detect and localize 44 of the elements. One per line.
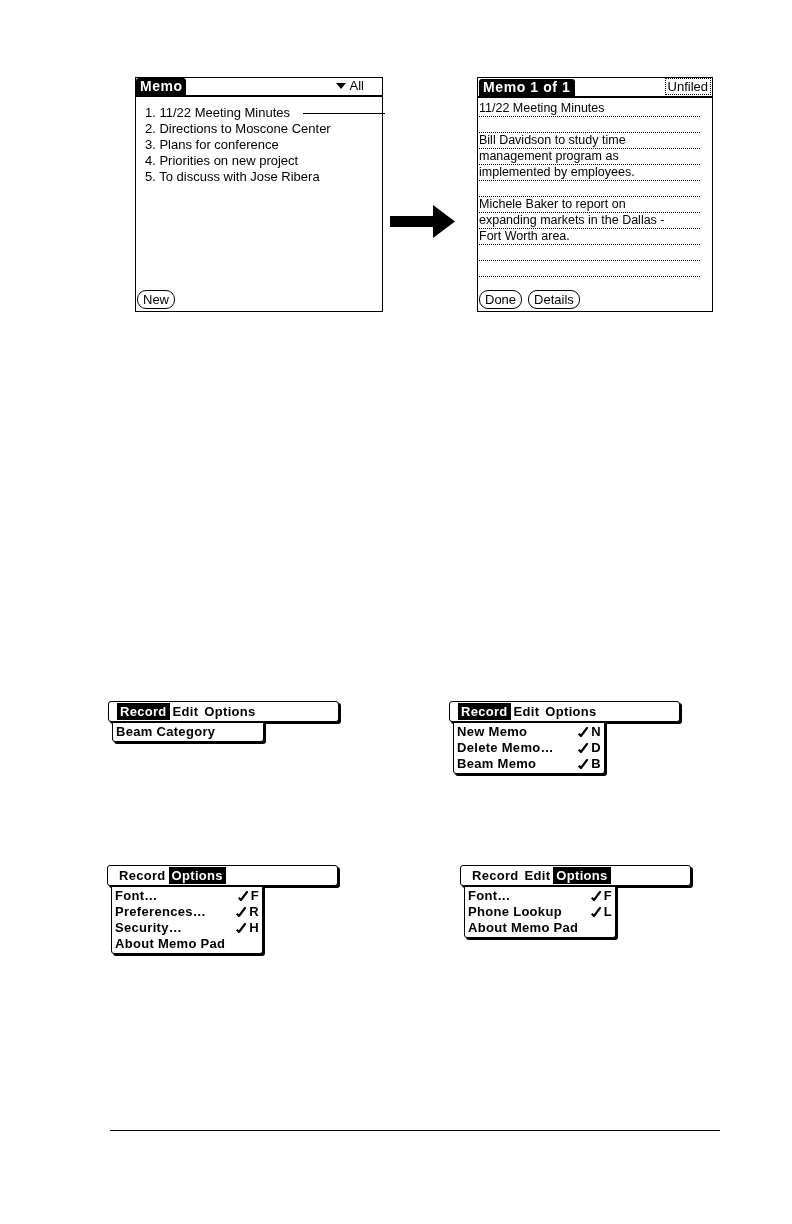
memo-list-item[interactable]: 3. Plans for conference [145, 137, 279, 153]
menu-item[interactable]: About Memo Pad [468, 920, 612, 936]
memo-list-item[interactable]: 4. Priorities on new project [145, 153, 299, 169]
menu-item[interactable]: About Memo Pad [115, 936, 259, 952]
menu-item[interactable]: Security… H [115, 920, 259, 936]
check-icon [236, 923, 247, 933]
menu-item[interactable]: Beam Memo B [457, 756, 601, 772]
menu-bar-item[interactable]: Options [168, 867, 226, 884]
check-icon [590, 891, 601, 901]
memo-list-item[interactable]: 2. Directions to Moscone Center [145, 121, 331, 137]
check-icon [590, 907, 601, 917]
menu-item[interactable]: Delete Memo… D [457, 740, 601, 756]
memo-list-item[interactable]: 1. 11/22 Meeting Minutes [145, 105, 290, 121]
app-title: Memo [136, 78, 187, 95]
menu-item[interactable]: Beam Category [116, 724, 260, 740]
menu-bar-item[interactable]: Options [553, 867, 611, 884]
memo-list-item[interactable]: 5. To discuss with Jose Ribera [145, 169, 320, 185]
check-icon [578, 743, 589, 753]
details-button[interactable]: Details [528, 290, 580, 309]
category-picker[interactable]: All [335, 78, 382, 95]
done-button[interactable]: Done [479, 290, 523, 309]
memo-text-line: Bill Davidson to study time [479, 133, 626, 148]
app-title: Memo 1 of 1 [479, 79, 575, 96]
check-icon [237, 891, 248, 901]
memo-text-line: Michele Baker to report on [479, 197, 626, 212]
memo-text-line: management program as [479, 149, 619, 164]
memo-text-line: expanding markets in the Dallas - [479, 213, 665, 228]
memo-text-line: Fort Worth area. [479, 229, 570, 244]
memo-text-line: 11/22 Meeting Minutes [479, 101, 605, 116]
menu-item[interactable]: Preferences… R [115, 904, 259, 920]
category-picker[interactable]: Unfiled [664, 78, 711, 95]
arrow-icon [390, 205, 455, 238]
check-icon [578, 727, 589, 737]
caret-icon [335, 83, 346, 89]
check-icon [578, 759, 589, 769]
menu-item[interactable]: Font… F [115, 888, 259, 904]
menu-item[interactable]: New Memo N [457, 724, 601, 740]
menu-bar-item[interactable]: Record [458, 703, 511, 720]
check-icon [236, 907, 247, 917]
memo-text-line: implemented by employees. [479, 165, 635, 180]
menu-item[interactable]: Font… F [468, 888, 612, 904]
new-button[interactable]: New [137, 290, 175, 309]
menu-item[interactable]: Phone Lookup L [468, 904, 612, 920]
menu-bar-item[interactable]: Record [117, 703, 170, 720]
